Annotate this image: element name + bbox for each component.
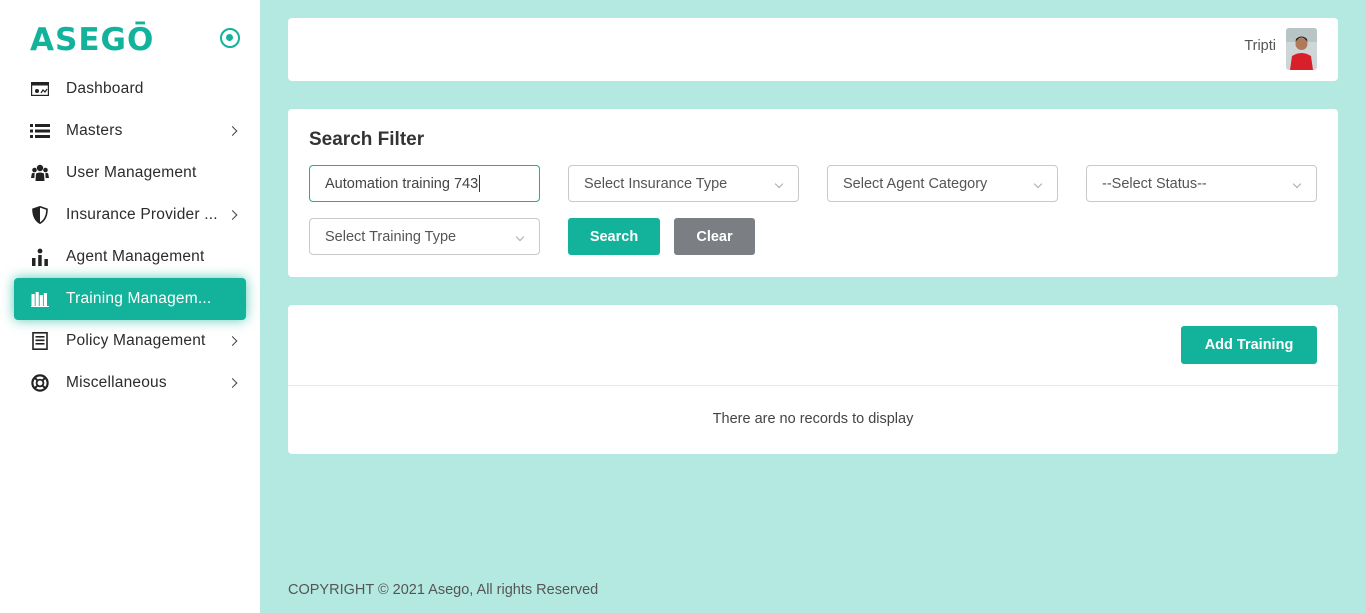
sidebar-item-agent-management[interactable]: Agent Management	[14, 236, 246, 278]
divider	[288, 385, 1338, 386]
training-records-panel: Add Training There are no records to dis…	[288, 305, 1338, 454]
sidebar-item-label: Insurance Provider ...	[66, 206, 218, 223]
chevron-right-icon	[227, 126, 238, 136]
sidebar-nav: Dashboard Masters User Management Insura…	[14, 68, 246, 404]
list-icon	[30, 122, 50, 140]
chevron-down-icon	[1033, 179, 1043, 189]
copyright-footer: COPYRIGHT © 2021 Asego, All rights Reser…	[288, 582, 599, 598]
clear-button[interactable]: Clear	[674, 218, 755, 255]
books-icon	[30, 290, 50, 308]
document-icon	[30, 332, 50, 350]
agent-category-placeholder: Select Agent Category	[843, 175, 988, 192]
sidebar-item-label: Dashboard	[66, 80, 144, 97]
search-button[interactable]: Search	[568, 218, 660, 255]
insurance-type-placeholder: Select Insurance Type	[584, 175, 728, 192]
sidebar-item-training-management[interactable]: Training Managem...	[14, 278, 246, 320]
asego-logo[interactable]: ASEGŌ	[30, 22, 154, 58]
sidebar-item-masters[interactable]: Masters	[14, 110, 246, 152]
insurance-type-select[interactable]: Select Insurance Type	[568, 165, 799, 202]
chevron-right-icon	[227, 210, 238, 220]
sidebar-item-label: Agent Management	[66, 248, 205, 265]
sidebar-item-insurance-provider[interactable]: Insurance Provider ...	[14, 194, 246, 236]
sidebar-item-miscellaneous[interactable]: Miscellaneous	[14, 362, 246, 404]
training-type-placeholder: Select Training Type	[325, 228, 457, 245]
agent-category-select[interactable]: Select Agent Category	[827, 165, 1058, 202]
sidebar-item-label: User Management	[66, 164, 197, 181]
chevron-right-icon	[227, 336, 238, 346]
users-icon	[30, 164, 50, 182]
sidebar-toggle-icon[interactable]	[220, 28, 240, 48]
dashboard-icon	[30, 80, 50, 98]
search-filter-panel: Search Filter Automation training 743 Se…	[288, 109, 1338, 277]
sidebar: ASEGŌ Dashboard Masters User Management	[0, 0, 260, 613]
chevron-down-icon	[774, 179, 784, 189]
sidebar-item-label: Policy Management	[66, 332, 206, 349]
add-training-button[interactable]: Add Training	[1181, 326, 1317, 364]
sidebar-item-user-management[interactable]: User Management	[14, 152, 246, 194]
status-select[interactable]: --Select Status--	[1086, 165, 1317, 202]
top-header: Tripti	[288, 18, 1338, 81]
sidebar-item-dashboard[interactable]: Dashboard	[14, 68, 246, 110]
lifebuoy-icon	[30, 374, 50, 392]
user-name[interactable]: Tripti	[1244, 38, 1276, 54]
text-cursor	[479, 175, 481, 192]
agent-chart-icon	[30, 248, 50, 266]
sidebar-item-label: Training Managem...	[66, 290, 212, 307]
search-filter-title: Search Filter	[309, 129, 425, 150]
empty-records-message: There are no records to display	[712, 411, 914, 427]
sidebar-item-label: Miscellaneous	[66, 374, 167, 391]
chevron-right-icon	[227, 378, 238, 388]
status-placeholder: --Select Status--	[1102, 175, 1207, 192]
shield-icon	[30, 206, 50, 224]
chevron-down-icon	[1292, 179, 1302, 189]
avatar[interactable]	[1286, 28, 1317, 70]
sidebar-item-policy-management[interactable]: Policy Management	[14, 320, 246, 362]
chevron-down-icon	[515, 232, 525, 242]
training-name-value: Automation training 743	[325, 175, 479, 192]
training-name-input[interactable]: Automation training 743	[309, 165, 540, 202]
sidebar-item-label: Masters	[66, 122, 123, 139]
training-type-select[interactable]: Select Training Type	[309, 218, 540, 255]
